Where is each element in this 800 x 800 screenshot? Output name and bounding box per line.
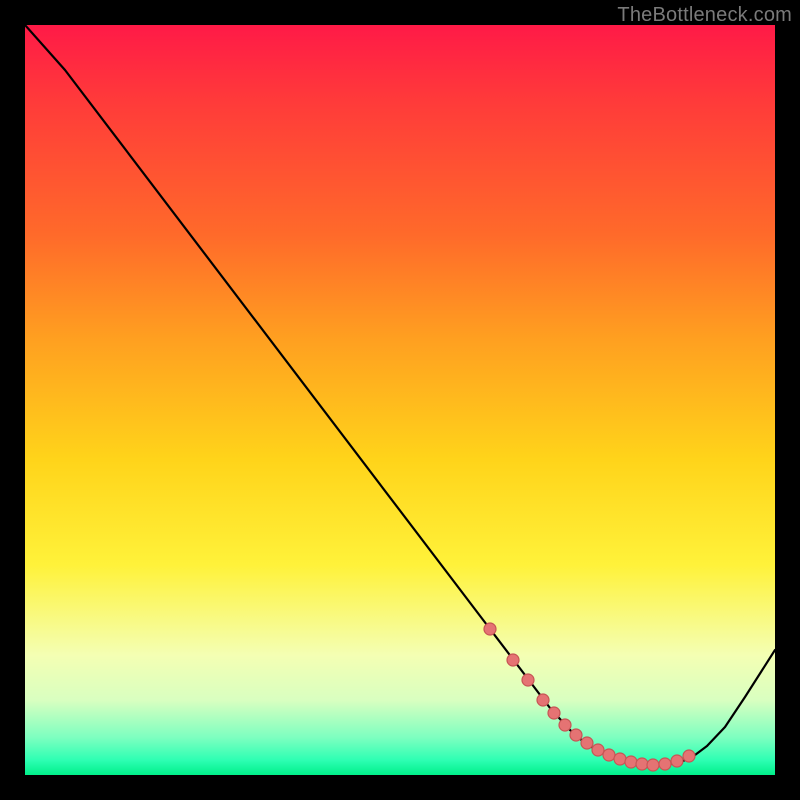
- watermark-label: TheBottleneck.com: [617, 4, 792, 27]
- bottleneck-curve: [25, 25, 775, 765]
- chart-root: TheBottleneck.com: [0, 0, 800, 800]
- plot-area: [25, 25, 775, 775]
- data-dots: [484, 623, 695, 771]
- chart-overlay: [25, 25, 775, 775]
